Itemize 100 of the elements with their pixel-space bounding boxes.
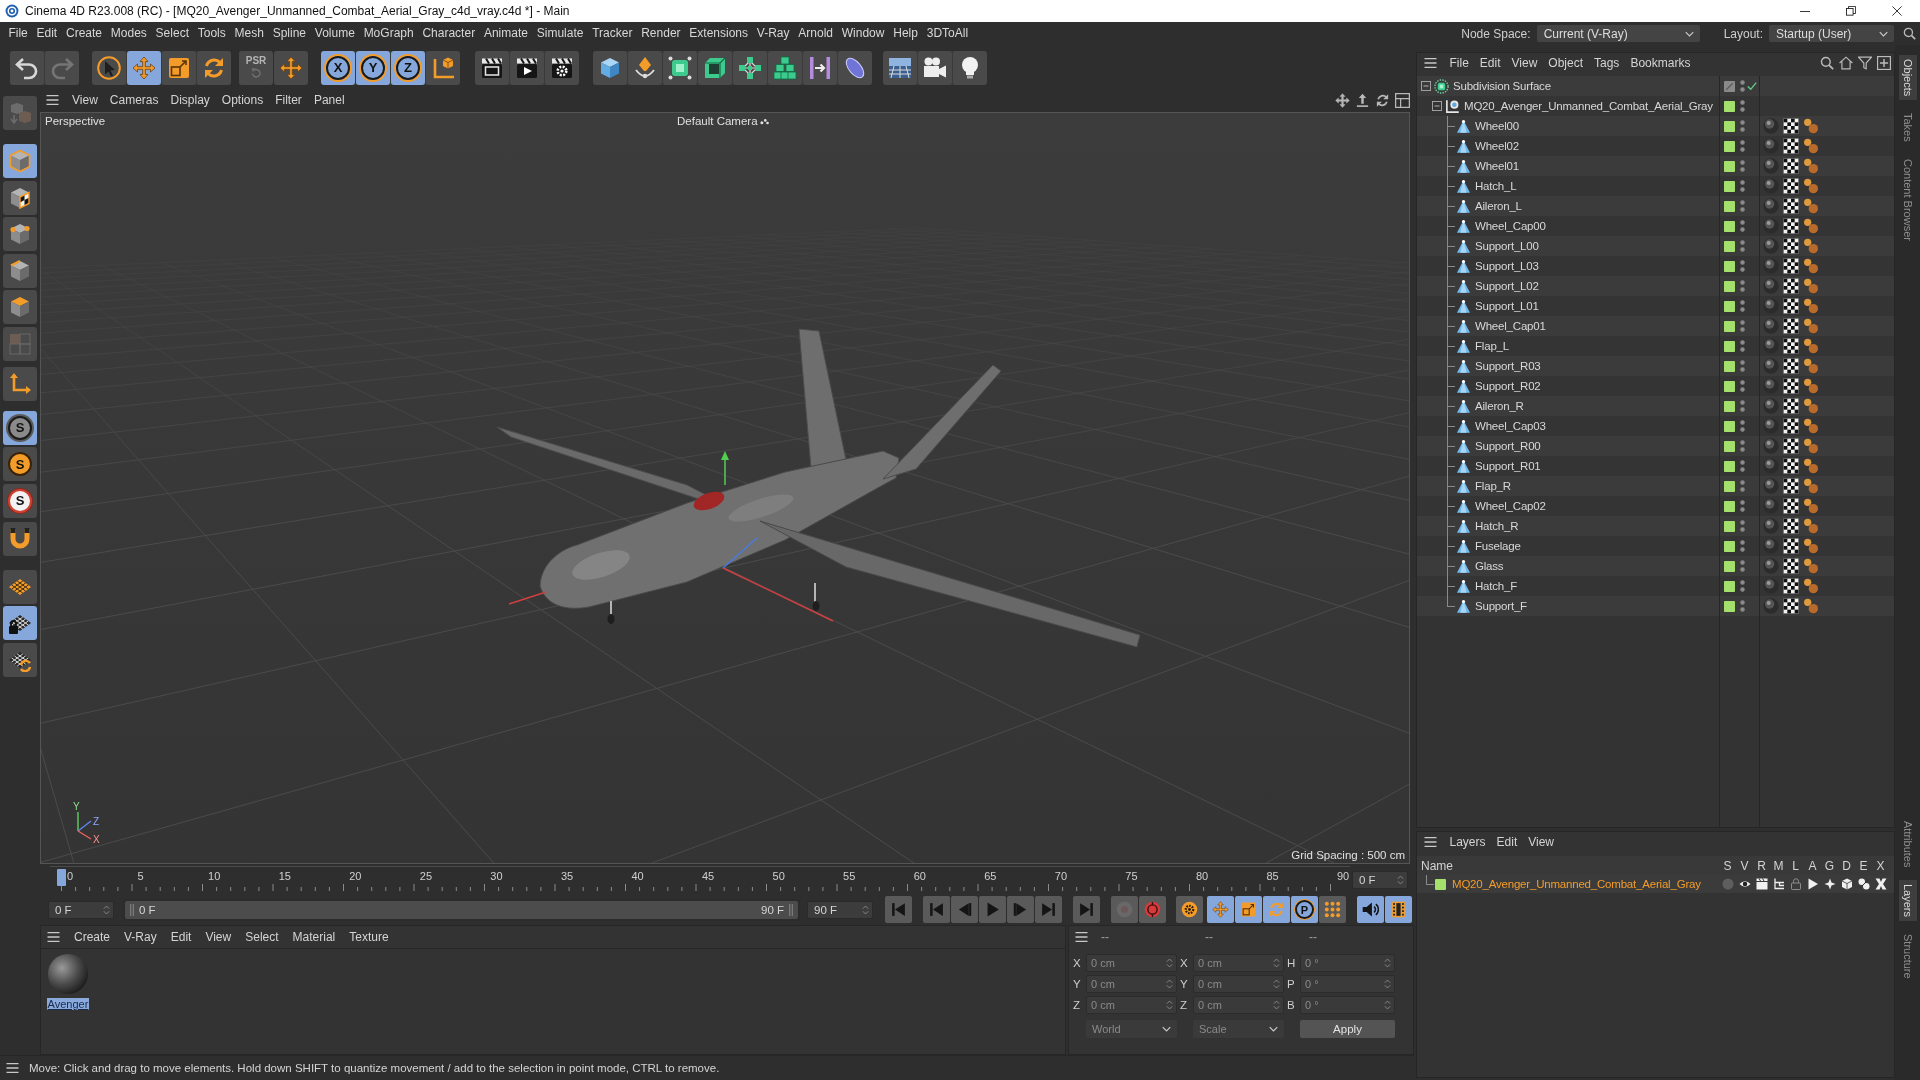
visibility-dots-icon[interactable]	[1740, 380, 1745, 392]
visibility-dots-icon[interactable]	[1740, 220, 1745, 232]
material-sphere-icon[interactable]	[1763, 318, 1779, 334]
visibility-dots-icon[interactable]	[1740, 200, 1745, 212]
phong-tag-icon[interactable]	[1803, 178, 1819, 194]
menu-item[interactable]: Edit	[32, 22, 62, 45]
menu-item[interactable]: File	[1444, 56, 1475, 70]
menu-item[interactable]: Object	[1542, 56, 1589, 70]
menu-icon[interactable]	[5, 1062, 20, 1074]
checker-tag-icon[interactable]	[1783, 318, 1799, 334]
phong-tag-icon[interactable]	[1803, 118, 1819, 134]
material-sphere-icon[interactable]	[1763, 298, 1779, 314]
new-view-icon[interactable]	[1877, 56, 1891, 70]
material-sphere-icon[interactable]	[1763, 258, 1779, 274]
phong-tag-icon[interactable]	[1803, 478, 1819, 494]
current-frame-field[interactable]: 0 F	[1352, 871, 1408, 889]
x-shape-icon[interactable]	[1874, 878, 1887, 890]
object-name[interactable]: Aileron_L	[1475, 200, 1522, 212]
extrude-button[interactable]	[698, 50, 732, 85]
menu-item[interactable]: Extensions	[684, 22, 753, 45]
menu-item[interactable]: Filter	[269, 93, 308, 107]
phong-tag-icon[interactable]	[1803, 258, 1819, 274]
workplane-button[interactable]	[3, 569, 37, 604]
object-name[interactable]: Hatch_F	[1475, 580, 1518, 592]
object-name[interactable]: Support_R00	[1475, 440, 1541, 452]
rotate-tool-button[interactable]	[197, 50, 231, 85]
visibility-dots-icon[interactable]	[1740, 340, 1745, 352]
floor-button[interactable]	[883, 50, 917, 85]
phong-tag-icon[interactable]	[1803, 498, 1819, 514]
checker-tag-icon[interactable]	[1783, 578, 1799, 594]
hierarchy-icon[interactable]	[1772, 878, 1785, 890]
star-shape-icon[interactable]	[1823, 878, 1836, 890]
visibility-dots-icon[interactable]	[1740, 280, 1745, 292]
menu-item[interactable]: Tools	[193, 22, 231, 45]
checker-tag-icon[interactable]	[1783, 298, 1799, 314]
menu-item[interactable]: View	[1522, 835, 1560, 849]
phong-tag-icon[interactable]	[1803, 238, 1819, 254]
visibility-dots-icon[interactable]	[1740, 400, 1745, 412]
panel-tab[interactable]: Structure	[1898, 930, 1917, 983]
visibility-dots-icon[interactable]	[1740, 320, 1745, 332]
axis-mode-button[interactable]	[3, 366, 37, 401]
subdivision-button[interactable]	[663, 50, 697, 85]
phong-tag-icon[interactable]	[1803, 358, 1819, 374]
menu-icon[interactable]	[1423, 836, 1438, 848]
visibility-dots-icon[interactable]	[1740, 480, 1745, 492]
workplane-lock-button[interactable]	[3, 606, 37, 640]
menu-item[interactable]: Select	[151, 22, 194, 45]
checker-tag-icon[interactable]	[1783, 258, 1799, 274]
workplane-align-button[interactable]	[3, 642, 37, 677]
phong-tag-icon[interactable]	[1803, 598, 1819, 614]
object-name[interactable]: Support_R01	[1475, 460, 1541, 472]
menu-item[interactable]: View	[198, 930, 239, 944]
object-name[interactable]: Support_L01	[1475, 300, 1539, 312]
menu-item[interactable]: View	[66, 93, 104, 107]
menu-item[interactable]: Modes	[106, 22, 152, 45]
visibility-dots-icon[interactable]	[1740, 560, 1745, 572]
object-name[interactable]: Flap_L	[1475, 340, 1509, 352]
layout-dropdown[interactable]: Startup (User)	[1769, 25, 1894, 42]
phong-tag-icon[interactable]	[1803, 278, 1819, 294]
render-button[interactable]	[510, 50, 544, 85]
phong-tag-icon[interactable]	[1803, 138, 1819, 154]
phong-tag-icon[interactable]	[1803, 538, 1819, 554]
scale-tool-button[interactable]	[162, 50, 196, 85]
first-frame-button[interactable]	[885, 896, 912, 923]
panel-tab[interactable]: Objects	[1898, 55, 1917, 101]
object-name[interactable]: Flap_R	[1475, 480, 1511, 492]
orbit-icon[interactable]	[1375, 92, 1390, 108]
checker-tag-icon[interactable]	[1783, 178, 1799, 194]
menu-item[interactable]: Spline	[268, 22, 311, 45]
panel-tab[interactable]: Takes	[1898, 109, 1917, 147]
padlock-icon[interactable]	[1789, 878, 1802, 890]
magnet-button[interactable]	[3, 521, 37, 556]
menu-item[interactable]: Window	[837, 22, 889, 45]
phong-tag-icon[interactable]	[1803, 198, 1819, 214]
key-parameter-button[interactable]: P	[1291, 896, 1318, 923]
play-icon[interactable]	[1806, 878, 1819, 890]
timeline-ruler[interactable]: 0 5 10 15 20 25 30 35 40 45 50 55 60 65 70 75 80 85 90	[50, 866, 1350, 894]
object-name[interactable]: Support_F	[1475, 600, 1527, 612]
material-sphere-icon[interactable]	[1763, 158, 1779, 174]
object-name[interactable]: Support_L00	[1475, 240, 1539, 252]
menu-item[interactable]: Mesh	[230, 22, 269, 45]
object-name[interactable]: Subdivision Surface	[1453, 80, 1551, 92]
checker-tag-icon[interactable]	[1783, 198, 1799, 214]
phong-tag-icon[interactable]	[1803, 418, 1819, 434]
object-name[interactable]: Support_R02	[1475, 380, 1541, 392]
menu-item[interactable]: Edit	[1474, 56, 1507, 70]
snap-button[interactable]: S	[3, 447, 37, 481]
object-name[interactable]: Fuselage	[1475, 540, 1521, 552]
visibility-dots-icon[interactable]	[1740, 460, 1745, 472]
object-name[interactable]: Wheel02	[1475, 140, 1519, 152]
checker-tag-icon[interactable]	[1783, 418, 1799, 434]
checker-tag-icon[interactable]	[1783, 338, 1799, 354]
panel-tab[interactable]: Layers	[1898, 880, 1917, 922]
material-sphere-icon[interactable]	[1763, 278, 1779, 294]
play-button[interactable]	[979, 896, 1006, 923]
transform-axes-drawing[interactable]	[508, 451, 834, 622]
axis-lock-button[interactable]: Z	[391, 50, 425, 85]
visibility-dots-icon[interactable]	[1740, 100, 1745, 112]
filter-icon[interactable]	[1858, 56, 1872, 70]
checker-tag-icon[interactable]	[1783, 598, 1799, 614]
